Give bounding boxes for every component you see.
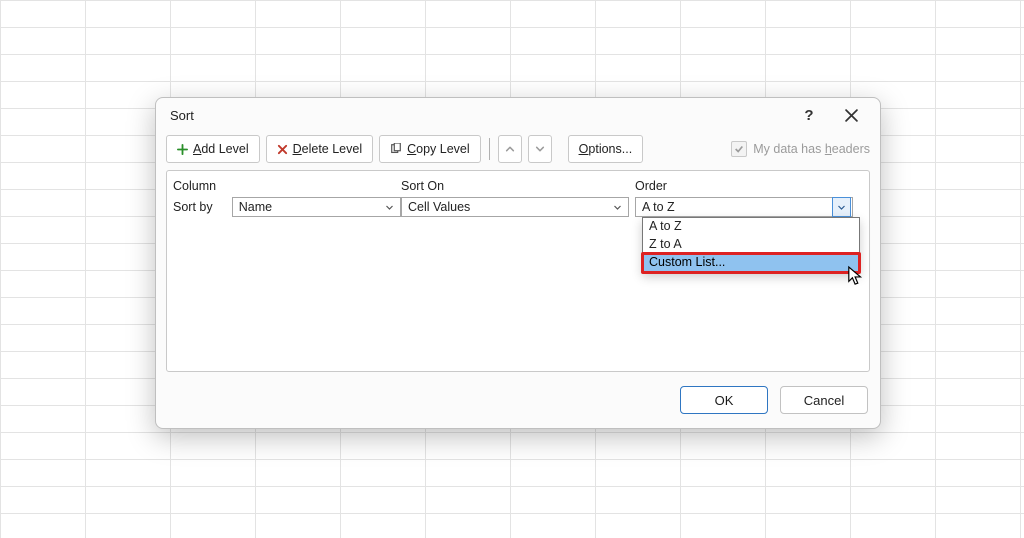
order-option-z-to-a[interactable]: Z to A <box>643 236 859 254</box>
options-button[interactable]: Options... <box>568 135 644 163</box>
move-down-button[interactable] <box>528 135 552 163</box>
column-headers: Column Sort On Order <box>167 171 869 195</box>
cancel-button[interactable]: Cancel <box>780 386 868 414</box>
chevron-down-icon <box>535 144 545 154</box>
add-level-label: Add Level <box>193 142 249 157</box>
order-option-custom-list[interactable]: Custom List... <box>643 254 859 272</box>
header-sort-on: Sort On <box>401 179 635 193</box>
check-icon <box>734 144 744 154</box>
column-dropdown[interactable]: Name <box>232 197 401 217</box>
sort-dialog: Sort ? Add Level Delete Level Copy Lev <box>155 97 881 429</box>
chevron-down-icon <box>608 198 626 216</box>
move-up-button[interactable] <box>498 135 522 163</box>
delete-level-button[interactable]: Delete Level <box>266 135 374 163</box>
help-button[interactable]: ? <box>788 100 830 130</box>
order-dropdown[interactable]: A to Z <box>635 197 853 217</box>
sort-on-dropdown-value: Cell Values <box>408 200 608 214</box>
sortby-label: Sort by <box>173 200 228 214</box>
order-dropdown-value: A to Z <box>642 200 832 214</box>
options-label: Options... <box>579 142 633 157</box>
x-icon <box>277 144 288 155</box>
chevron-down-icon <box>832 197 851 217</box>
delete-level-label: Delete Level <box>293 142 363 157</box>
sort-levels-list: Column Sort On Order Sort by Name Cell V… <box>166 170 870 372</box>
titlebar: Sort ? <box>156 98 880 132</box>
header-column: Column <box>173 179 401 193</box>
close-icon <box>845 109 858 122</box>
header-order: Order <box>635 179 863 193</box>
copy-level-button[interactable]: Copy Level <box>379 135 481 163</box>
ok-label: OK <box>715 393 734 408</box>
sort-level-row: Sort by Name Cell Values A <box>167 195 869 219</box>
sort-on-dropdown[interactable]: Cell Values <box>401 197 629 217</box>
dialog-title: Sort <box>170 108 194 123</box>
help-icon: ? <box>804 107 813 124</box>
order-option-a-to-z[interactable]: A to Z <box>643 218 859 236</box>
ok-button[interactable]: OK <box>680 386 768 414</box>
chevron-up-icon <box>505 144 515 154</box>
headers-checkbox[interactable] <box>731 141 747 157</box>
plus-icon <box>177 144 188 155</box>
add-level-button[interactable]: Add Level <box>166 135 260 163</box>
headers-label: My data has headers <box>753 142 870 156</box>
headers-checkbox-group: My data has headers <box>731 141 870 157</box>
close-button[interactable] <box>830 100 872 130</box>
order-dropdown-popup: A to Z Z to A Custom List... <box>642 217 860 273</box>
column-dropdown-value: Name <box>239 200 380 214</box>
dialog-footer: OK Cancel <box>156 378 880 428</box>
toolbar-divider <box>489 138 490 160</box>
chevron-down-icon <box>380 198 398 216</box>
copy-icon <box>390 143 402 155</box>
toolbar: Add Level Delete Level Copy Level Option… <box>156 132 880 166</box>
copy-level-label: Copy Level <box>407 142 470 157</box>
cancel-label: Cancel <box>804 393 844 408</box>
